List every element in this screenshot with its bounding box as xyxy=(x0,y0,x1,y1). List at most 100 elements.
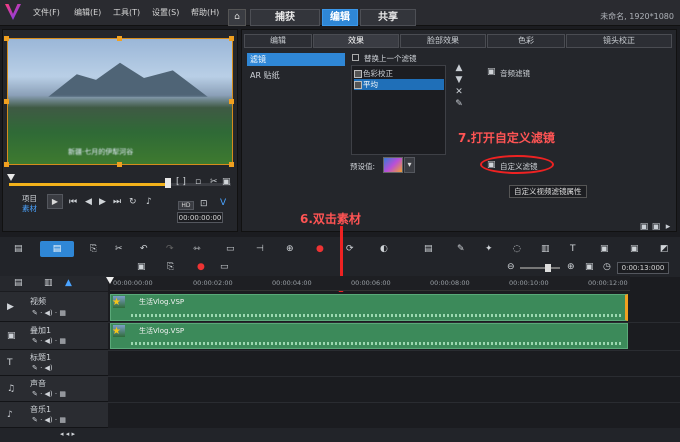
tab-lens-correction[interactable]: 镜头校正 xyxy=(566,34,672,48)
menu-edit[interactable]: 编辑(E) xyxy=(74,7,101,18)
tab-effects[interactable]: 效果 xyxy=(313,34,399,48)
mark-brackets[interactable]: [ ] xyxy=(176,177,186,187)
category-ar-sticker[interactable]: AR 贴纸 xyxy=(247,69,345,82)
move-down-icon[interactable]: ▼ xyxy=(453,75,465,85)
audio-duck-icon[interactable]: ▭ xyxy=(220,262,229,272)
snapshot-icon[interactable]: ▣ xyxy=(222,177,231,187)
menu-help[interactable]: 帮助(H) xyxy=(191,7,219,18)
prev-frame-icon[interactable]: ◀ xyxy=(85,197,92,207)
timeline-view-icon[interactable]: ▤ xyxy=(40,241,74,257)
resize-icon[interactable]: ▭ xyxy=(226,244,235,254)
custom-filter-button[interactable]: 自定义滤镜 xyxy=(500,161,538,172)
crop-handle-br[interactable] xyxy=(229,162,234,167)
fit-icon[interactable]: ⇿ xyxy=(193,244,201,254)
filter-item-average[interactable]: 平均 xyxy=(354,79,444,90)
chapter-icon[interactable]: ⊣ xyxy=(256,244,264,254)
split-icon[interactable]: ▫ xyxy=(195,177,201,187)
zoom-in-icon[interactable]: ⊕ xyxy=(567,262,575,272)
track-motion-icon[interactable]: ◌ xyxy=(513,244,521,254)
title-icon[interactable]: ▤ xyxy=(424,244,433,254)
more-tools-icon[interactable]: ◩ xyxy=(660,244,669,254)
crop-handle-ml[interactable] xyxy=(4,99,9,104)
scrub-handle[interactable] xyxy=(165,178,171,188)
tab-color[interactable]: 色彩 xyxy=(487,34,565,48)
cut-icon[interactable]: ✂ xyxy=(210,177,218,187)
menu-settings[interactable]: 设置(S) xyxy=(152,7,179,18)
scroll-controls-icon[interactable]: ◂ ◂ ▸ xyxy=(60,430,75,438)
go-start-icon[interactable]: ⏮ xyxy=(69,197,77,207)
crop-handle-bl[interactable] xyxy=(4,162,9,167)
mask-icon[interactable]: ◐ xyxy=(380,244,388,254)
scrub-start-marker-icon[interactable] xyxy=(7,174,15,181)
fit-timeline-icon[interactable]: ▣ xyxy=(585,262,594,272)
go-end-icon[interactable]: ⏭ xyxy=(113,197,121,207)
panel-option3-icon[interactable]: ▸ xyxy=(662,222,674,232)
crop-handle-mr[interactable] xyxy=(229,99,234,104)
crop-handle-tm[interactable] xyxy=(117,36,122,41)
preset-dropdown-icon[interactable]: ▾ xyxy=(404,157,415,173)
tab-share[interactable]: 共享 xyxy=(360,9,416,26)
multicam-icon[interactable]: ▣ xyxy=(600,244,609,254)
mixer-icon[interactable]: ⟳ xyxy=(346,244,354,254)
track-controls-voice[interactable]: ✎ · ◀) · ▦ xyxy=(32,390,66,398)
replace-filter-checkbox[interactable] xyxy=(352,54,359,61)
preview-v-icon[interactable]: V xyxy=(220,198,226,208)
track-manager-icon[interactable]: ▤ xyxy=(14,278,23,288)
voice-record-icon[interactable]: ● xyxy=(197,262,205,272)
effect-icon[interactable]: ✦ xyxy=(485,244,493,254)
subtitle-icon[interactable]: ▣ xyxy=(137,262,146,272)
zoom-slider-handle[interactable] xyxy=(545,264,551,272)
storyboard-view-icon[interactable]: ▤ xyxy=(14,244,23,254)
tab-edit[interactable]: 编辑 xyxy=(322,9,358,26)
chapter-marker-icon[interactable]: ▲ xyxy=(65,278,72,288)
zoom-slider[interactable] xyxy=(520,267,560,269)
split-screen-icon[interactable]: ▥ xyxy=(541,244,550,254)
motion-icon[interactable]: ⊕ xyxy=(286,244,294,254)
track-controls-video[interactable]: ✎ · ◀) · ▦ xyxy=(32,309,66,317)
undo-icon[interactable]: ⎘ xyxy=(90,244,97,254)
panel-option-icon[interactable]: ▣ xyxy=(638,222,650,232)
timeline-scrollbar[interactable] xyxy=(0,428,680,442)
menu-file[interactable]: 文件(F) xyxy=(33,7,60,18)
crop-handle-tl[interactable] xyxy=(4,36,9,41)
panel-option2-icon[interactable]: ▣ xyxy=(650,222,662,232)
filter-settings-icon[interactable]: ✎ xyxy=(453,99,465,109)
next-frame-icon[interactable]: ▶ xyxy=(99,197,106,207)
redo-icon[interactable]: ↷ xyxy=(166,244,174,254)
hd-toggle[interactable]: HD xyxy=(178,201,194,210)
play-button[interactable]: ▶ xyxy=(47,194,63,209)
3d-title-icon[interactable]: T xyxy=(570,244,576,254)
move-up-icon[interactable]: ▲ xyxy=(453,63,465,73)
audio-filter-icon[interactable]: ▣ xyxy=(487,67,496,77)
tab-capture[interactable]: 捕获 xyxy=(250,9,320,26)
redo-undo-icon[interactable]: ↶ xyxy=(140,244,148,254)
replace-icon[interactable]: ⎘ xyxy=(167,262,174,272)
overlay-clip[interactable]: ★ 生活Vlog.VSP xyxy=(110,323,628,349)
color-grade-icon[interactable]: ▣ xyxy=(630,244,639,254)
tab-edit-sub[interactable]: 编辑 xyxy=(244,34,312,48)
repeat-icon[interactable]: ↻ xyxy=(129,197,137,207)
delete-filter-icon[interactable]: ✕ xyxy=(453,87,465,97)
preset-thumbnail[interactable] xyxy=(383,157,403,173)
playhead-marker-icon[interactable] xyxy=(106,277,114,284)
record-icon[interactable]: ● xyxy=(316,244,324,254)
filter-item-color-correction[interactable]: 色彩校正 xyxy=(354,68,444,79)
crop-handle-bm[interactable] xyxy=(117,162,122,167)
video-clip[interactable]: ★ 生活Vlog.VSP xyxy=(110,294,628,321)
custom-filter-icon[interactable]: ▣ xyxy=(487,160,496,170)
paint-icon[interactable]: ✎ xyxy=(457,244,465,254)
mode-clip[interactable]: 素材 xyxy=(22,203,37,214)
volume-icon[interactable]: ♪ xyxy=(146,197,152,207)
add-track-icon[interactable]: ▥ xyxy=(44,278,53,288)
home-icon[interactable]: ⌂ xyxy=(228,9,246,26)
category-filter[interactable]: 滤镜 xyxy=(247,53,345,66)
menu-tools[interactable]: 工具(T) xyxy=(113,7,140,18)
expand-icon[interactable]: ⊡ xyxy=(200,199,208,209)
timecode-display[interactable]: 00:00:00:00 xyxy=(177,212,223,223)
trim-icon[interactable]: ✂ xyxy=(115,244,123,254)
tab-face-effects[interactable]: 脸部效果 xyxy=(400,34,486,48)
zoom-out-icon[interactable]: ⊖ xyxy=(507,262,515,272)
audio-filter-button[interactable]: 音频滤镜 xyxy=(500,68,530,79)
track-controls-title[interactable]: ✎ · ◀) xyxy=(32,364,53,372)
track-controls-music[interactable]: ✎ · ◀) · ▦ xyxy=(32,416,66,424)
